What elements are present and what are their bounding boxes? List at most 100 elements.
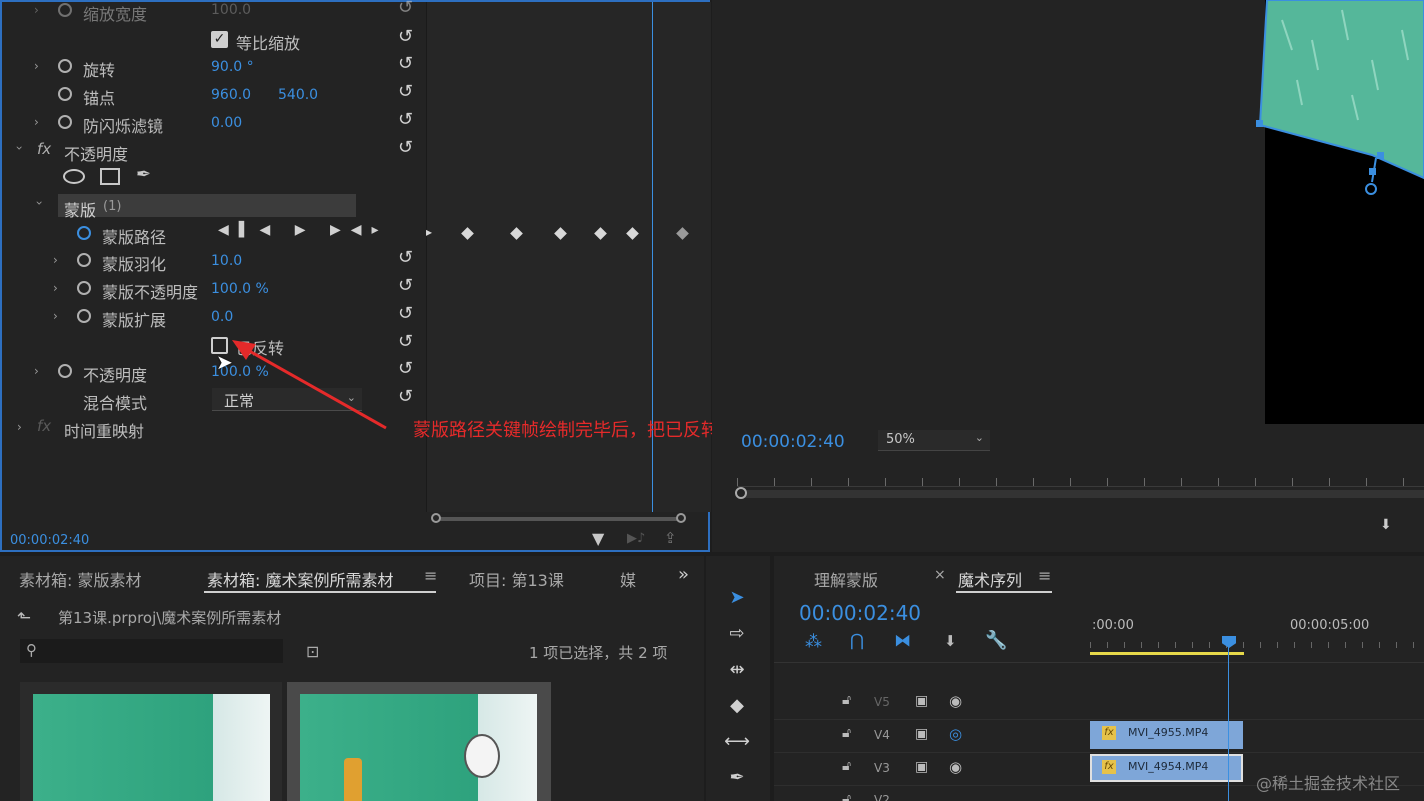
clip-mvi-4954[interactable]: fx MVI_4954.MP4 [1090, 754, 1243, 782]
clip-thumbnail-2[interactable] [287, 682, 551, 801]
timeline-timecode[interactable]: 00:00:02:40 [799, 601, 921, 625]
track-v5[interactable]: 🔓︎ V5 ▣ ◉ [774, 686, 1424, 720]
film-icon[interactable]: ▣ [915, 759, 928, 775]
stopwatch-icon[interactable] [58, 115, 72, 129]
collapse-chevron-icon[interactable]: › [32, 201, 46, 206]
monitor-scrubber[interactable] [737, 490, 1424, 498]
keyframe-marker[interactable] [554, 227, 567, 240]
slip-tool-icon[interactable]: ⟷ [723, 728, 751, 756]
anchor-x-value[interactable]: 960.0 [211, 87, 251, 103]
keyframe-scrollbar[interactable] [436, 517, 682, 521]
program-timecode[interactable]: 00:00:02:40 [741, 432, 845, 452]
reset-icon[interactable]: ↺ [398, 0, 413, 18]
expand-chevron-icon[interactable]: › [53, 253, 58, 267]
play-audio-icon[interactable]: ▶♪ [627, 531, 645, 546]
rectangle-mask-icon[interactable] [100, 168, 120, 185]
work-area-bar[interactable] [1090, 652, 1244, 655]
anchor-y-value[interactable]: 540.0 [278, 87, 318, 103]
scroll-handle-left[interactable] [431, 513, 441, 523]
marker-icon[interactable]: ⬇ [1380, 517, 1392, 533]
stopwatch-icon[interactable] [58, 3, 72, 17]
stopwatch-icon[interactable] [77, 309, 91, 323]
eye-icon[interactable]: ◉ [949, 692, 962, 710]
ellipse-mask-icon[interactable] [63, 169, 85, 184]
tab-project[interactable]: 项目: 第13课 [469, 567, 564, 591]
mask-track-controls[interactable]: ◀▌◀ ▶ ▶◀▸ [218, 222, 389, 238]
property-value[interactable]: 0.0 [211, 309, 233, 325]
pen-tool-icon[interactable]: ✒ [723, 764, 751, 792]
collapse-chevron-icon[interactable]: › [12, 146, 26, 151]
playhead-line[interactable] [1228, 646, 1229, 801]
hamburger-menu-icon[interactable]: ≡ [424, 566, 437, 585]
expand-chevron-icon[interactable]: › [34, 59, 39, 73]
tab-sequence-mask[interactable]: 理解蒙版 [814, 567, 878, 591]
reset-icon[interactable]: ↺ [398, 303, 413, 324]
keyframe-marker[interactable] [510, 227, 523, 240]
nest-icon[interactable]: ⁂ [805, 632, 822, 652]
keyframe-marker[interactable] [461, 227, 474, 240]
clip-thumbnail-1[interactable] [20, 682, 282, 801]
reset-icon[interactable]: ↺ [398, 386, 413, 407]
reset-icon[interactable]: ↺ [398, 53, 413, 74]
reset-icon[interactable]: ↺ [398, 137, 413, 158]
property-value[interactable]: 90.0 ° [211, 59, 254, 75]
scrubber-handle[interactable] [735, 487, 747, 499]
folder-up-icon[interactable]: ⬑ [17, 608, 31, 628]
magnet-icon[interactable]: ⋂ [850, 631, 864, 651]
stopwatch-icon[interactable] [77, 281, 91, 295]
hamburger-menu-icon[interactable]: ≡ [1038, 566, 1051, 585]
wrench-icon[interactable]: 🔧 [985, 630, 1007, 651]
zoom-select[interactable]: 50% ⌄ [878, 430, 990, 451]
lock-icon[interactable]: 🔓︎ [842, 725, 851, 741]
keyframe-marker[interactable]: ▸ [426, 225, 432, 239]
expand-chevron-icon[interactable]: › [34, 115, 39, 129]
reset-icon[interactable]: ↺ [398, 81, 413, 102]
tab-media[interactable]: 媒 [620, 567, 636, 591]
close-icon[interactable]: × [934, 567, 946, 583]
scroll-handle-right[interactable] [676, 513, 686, 523]
film-icon[interactable]: ▣ [915, 726, 928, 742]
ripple-edit-tool-icon[interactable]: ⇹ [723, 656, 751, 684]
fx-icon[interactable]: fx [37, 417, 51, 435]
new-bin-icon[interactable]: ⊡ [306, 642, 319, 661]
linked-selection-icon[interactable]: ⧓ [894, 631, 911, 651]
track-v4[interactable]: 🔓︎ V4 ▣ ◎ fx MVI_4955.MP4 [774, 719, 1424, 753]
stopwatch-icon[interactable] [58, 59, 72, 73]
reset-icon[interactable]: ↺ [398, 26, 413, 47]
stopwatch-icon[interactable] [58, 364, 72, 378]
property-value[interactable]: 100.0 [211, 2, 251, 18]
reset-icon[interactable]: ↺ [398, 109, 413, 130]
tab-sequence-magic[interactable]: 魔术序列 [958, 567, 1022, 591]
track-select-tool-icon[interactable]: ⇨ [723, 620, 751, 648]
reset-icon[interactable]: ↺ [398, 331, 413, 352]
search-input[interactable]: ⚲ [20, 639, 283, 663]
expand-chevron-icon[interactable]: › [53, 281, 58, 295]
selection-tool-icon[interactable]: ➤ [723, 584, 751, 612]
clip-mvi-4955[interactable]: fx MVI_4955.MP4 [1090, 721, 1243, 749]
uniform-scale-checkbox[interactable]: ✓ [211, 31, 228, 48]
keyframe-marker[interactable] [676, 227, 689, 240]
stopwatch-icon[interactable] [77, 253, 91, 267]
tab-bin-magic[interactable]: 素材箱: 魔术案例所需素材 [207, 567, 393, 591]
export-icon[interactable]: ⇪ [664, 529, 677, 547]
keyframe-marker[interactable] [626, 227, 639, 240]
property-value[interactable]: 0.00 [211, 115, 242, 131]
reset-icon[interactable]: ↺ [398, 358, 413, 379]
property-value[interactable]: 100.0 % [211, 281, 269, 297]
expand-chevron-icon[interactable]: › [34, 3, 39, 17]
eye-hidden-icon[interactable]: ◎ [949, 725, 962, 743]
film-icon[interactable]: ▣ [915, 693, 928, 709]
expand-chevron-icon[interactable]: › [53, 309, 58, 323]
eye-icon[interactable]: ◉ [949, 758, 962, 776]
property-value[interactable]: 10.0 [211, 253, 242, 269]
lock-icon[interactable]: 🔓︎ [842, 692, 851, 708]
lock-icon[interactable]: 🔓︎ [842, 758, 851, 774]
overflow-chevron-icon[interactable]: » [678, 564, 689, 585]
timeline-ruler[interactable]: :00:00 00:00:05:00 [1090, 606, 1424, 660]
expand-chevron-icon[interactable]: › [34, 364, 39, 378]
reset-icon[interactable]: ↺ [398, 247, 413, 268]
lock-icon[interactable]: 🔓︎ [842, 791, 851, 801]
effect-controls-timecode[interactable]: 00:00:02:40 [10, 533, 89, 548]
add-marker-icon[interactable]: ⬇ [944, 632, 957, 650]
reset-icon[interactable]: ↺ [398, 275, 413, 296]
